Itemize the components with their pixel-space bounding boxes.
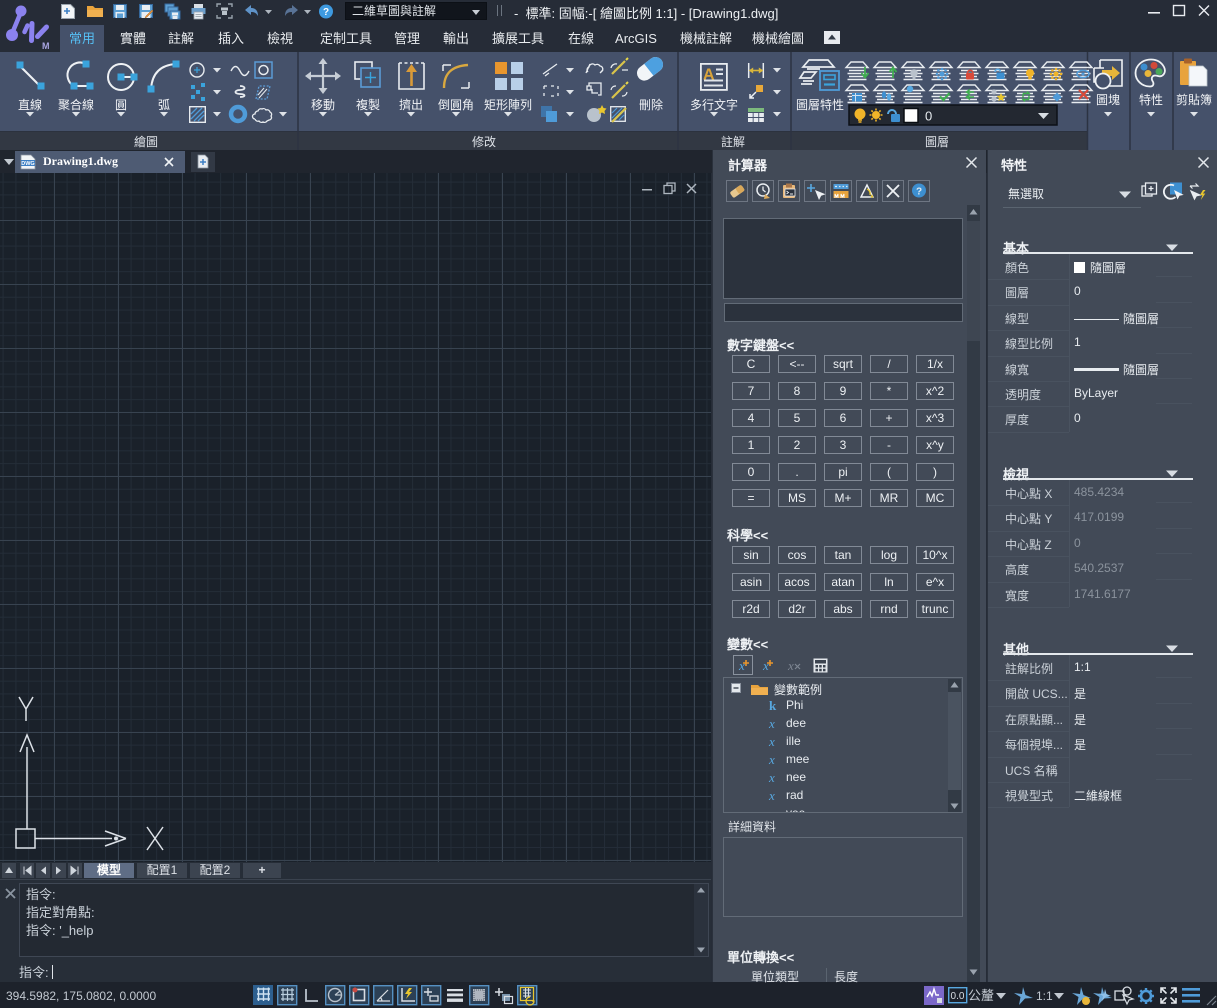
svg-text:特性: 特性: [1139, 92, 1163, 107]
svg-text:?: ?: [916, 187, 922, 198]
svg-text:x: x: [738, 658, 745, 673]
svg-text:0.0: 0.0: [951, 991, 965, 1002]
svg-text:DWG: DWG: [21, 161, 34, 167]
svg-text:剪貼簿: 剪貼簿: [1176, 92, 1212, 107]
svg-text:x: x: [787, 658, 794, 673]
svg-text:?: ?: [323, 7, 329, 18]
svg-text:圖塊: 圖塊: [1096, 92, 1120, 107]
svg-text:x: x: [762, 658, 769, 673]
svg-text:1:1: 1:1: [1036, 989, 1053, 1003]
svg-text:M: M: [42, 41, 50, 51]
svg-text:0: 0: [925, 109, 932, 124]
svg-text:公釐: 公釐: [968, 988, 994, 1003]
